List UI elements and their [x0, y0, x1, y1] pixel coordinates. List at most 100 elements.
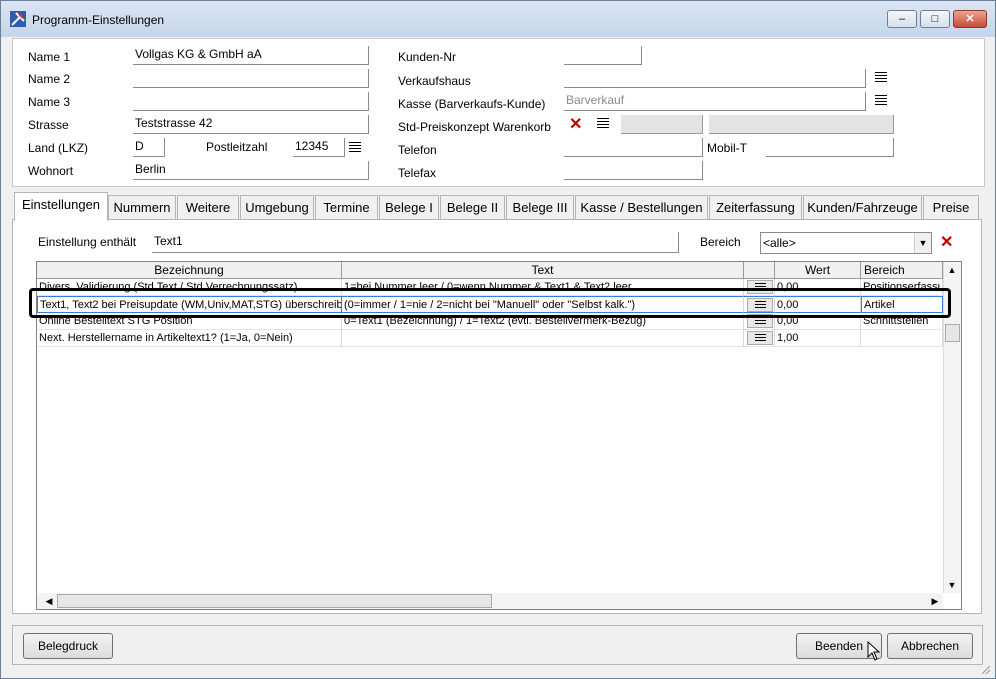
- store-field[interactable]: [564, 69, 866, 88]
- tab-kasse-bestellungen[interactable]: Kasse / Bestellungen: [575, 195, 708, 219]
- tab-belege-2[interactable]: Belege II: [440, 195, 505, 219]
- city-field[interactable]: Berlin: [133, 161, 369, 180]
- row-area-cell[interactable]: Positionserfassung: [861, 279, 943, 296]
- mobile-field[interactable]: [766, 138, 894, 157]
- cancel-button[interactable]: Abbrechen: [887, 633, 973, 659]
- area-select[interactable]: <alle> ▼: [760, 232, 932, 254]
- header-button: [744, 262, 775, 279]
- row-edit-cell: [744, 279, 775, 296]
- resize-grip-icon[interactable]: [979, 663, 991, 675]
- store-list-icon[interactable]: [875, 72, 887, 84]
- row-text-cell[interactable]: [342, 330, 744, 347]
- zip-field[interactable]: 12345: [293, 138, 345, 157]
- tab-kunden-fahrzeuge[interactable]: Kunden/Fahrzeuge: [803, 195, 922, 219]
- tab-zeiterfassung[interactable]: Zeiterfassung: [709, 195, 802, 219]
- list-icon: [755, 301, 766, 311]
- tab-weitere[interactable]: Weitere: [177, 195, 239, 219]
- row-edit-button[interactable]: [747, 331, 773, 345]
- list-icon: [755, 283, 766, 293]
- row-edit-button[interactable]: [747, 280, 773, 294]
- row-edit-button[interactable]: [747, 298, 773, 312]
- price-concept-list-icon[interactable]: [597, 118, 609, 130]
- price-concept-label: Std-Preiskonzept Warenkorb: [398, 120, 551, 134]
- name2-field[interactable]: [133, 69, 369, 88]
- row-name-cell[interactable]: Online Bestelltext STG Position: [37, 313, 342, 330]
- tab-preise[interactable]: Preise: [923, 195, 979, 219]
- row-name-cell[interactable]: Divers. Validierung (Std.Text / Std.Verr…: [37, 279, 342, 296]
- row-area-cell[interactable]: [861, 330, 943, 347]
- zip-list-icon[interactable]: [349, 142, 361, 154]
- row-name-cell[interactable]: Text1, Text2 bei Preisupdate (WM,Univ,MA…: [37, 296, 342, 313]
- fax-field[interactable]: [564, 161, 703, 180]
- header-name[interactable]: Bezeichnung: [37, 262, 342, 279]
- settings-tabs: Einstellungen Nummern Weitere Umgebung T…: [12, 192, 983, 221]
- row-value-cell[interactable]: 0,00: [775, 296, 861, 313]
- table-row[interactable]: Next. Herstellername in Artikeltext1? (1…: [37, 330, 943, 347]
- country-label: Land (LKZ): [28, 141, 89, 155]
- grid-horizontal-scrollbar[interactable]: ◀ ▶: [37, 593, 943, 609]
- row-name-cell[interactable]: Next. Herstellername in Artikeltext1? (1…: [37, 330, 342, 347]
- clear-filter-icon[interactable]: ✕: [940, 235, 953, 251]
- name1-field[interactable]: Vollgas KG & GmbH aA: [133, 46, 369, 65]
- cash-field[interactable]: Barverkauf: [564, 92, 866, 111]
- list-icon: [755, 317, 766, 327]
- cash-label: Kasse (Barverkaufs-Kunde): [398, 97, 546, 111]
- tab-nummern[interactable]: Nummern: [108, 195, 176, 219]
- row-edit-cell: [744, 296, 775, 313]
- name2-label: Name 2: [28, 72, 71, 86]
- row-value-cell[interactable]: 0,00: [775, 313, 861, 330]
- mouse-cursor-icon: [867, 641, 881, 661]
- main-window: Programm-Einstellungen – □ ✕ Name 1 Voll…: [0, 0, 996, 679]
- price-concept-code-field: [621, 115, 703, 134]
- minimize-button[interactable]: –: [887, 10, 917, 28]
- phone-label: Telefon: [398, 143, 437, 157]
- button-bar: Belegdruck Beenden Abbrechen: [12, 625, 983, 665]
- vertical-scroll-thumb[interactable]: [945, 324, 960, 342]
- header-text[interactable]: Text: [342, 262, 744, 279]
- area-label: Bereich: [700, 235, 741, 249]
- table-row[interactable]: Divers. Validierung (Std.Text / Std.Verr…: [37, 279, 943, 296]
- table-row[interactable]: Online Bestelltext STG Position 0=Text1 …: [37, 313, 943, 330]
- fax-label: Telefax: [398, 166, 437, 180]
- row-text-cell[interactable]: 1=bei Nummer leer / 0=wenn Nummer & Text…: [342, 279, 744, 296]
- header-area[interactable]: Bereich: [861, 262, 943, 279]
- tab-termine[interactable]: Termine: [315, 195, 378, 219]
- close-button[interactable]: ✕: [953, 10, 987, 28]
- row-area-cell[interactable]: Artikel: [861, 296, 943, 313]
- tab-belege-1[interactable]: Belege I: [379, 195, 439, 219]
- tools-app-icon: [10, 11, 26, 27]
- tab-einstellungen[interactable]: Einstellungen: [14, 192, 108, 221]
- tab-umgebung[interactable]: Umgebung: [240, 195, 314, 219]
- scroll-up-icon[interactable]: ▲: [944, 262, 960, 278]
- scroll-down-icon[interactable]: ▼: [944, 577, 960, 593]
- street-field[interactable]: Teststrasse 42: [133, 115, 369, 134]
- chevron-down-icon[interactable]: ▼: [914, 233, 931, 253]
- name3-field[interactable]: [133, 92, 369, 111]
- area-select-value: <alle>: [763, 236, 796, 250]
- row-edit-button[interactable]: [747, 314, 773, 328]
- row-value-cell[interactable]: 1,00: [775, 330, 861, 347]
- title-bar: Programm-Einstellungen – □ ✕: [1, 1, 995, 37]
- row-value-cell[interactable]: 0,00: [775, 279, 861, 296]
- tab-belege-3[interactable]: Belege III: [506, 195, 574, 219]
- phone-field[interactable]: [564, 138, 703, 157]
- table-row-selected[interactable]: Text1, Text2 bei Preisupdate (WM,Univ,MA…: [37, 296, 943, 313]
- clear-price-concept-icon[interactable]: ✕: [569, 117, 582, 133]
- row-area-cell[interactable]: Schnittstellen: [861, 313, 943, 330]
- scroll-right-icon[interactable]: ▶: [927, 593, 943, 609]
- country-field[interactable]: D: [133, 138, 165, 157]
- cash-list-icon[interactable]: [875, 95, 887, 107]
- row-text-cell[interactable]: (0=immer / 1=nie / 2=nicht bei "Manuell"…: [342, 296, 744, 313]
- filter-input[interactable]: Text1: [152, 232, 679, 253]
- maximize-button[interactable]: □: [920, 10, 950, 28]
- customer-no-field[interactable]: [564, 46, 642, 65]
- row-edit-cell: [744, 330, 775, 347]
- horizontal-scroll-thumb[interactable]: [57, 594, 492, 608]
- print-button[interactable]: Belegdruck: [23, 633, 113, 659]
- row-text-cell[interactable]: 0=Text1 (Bezeichnung) / 1=Text2 (evtl. B…: [342, 313, 744, 330]
- header-value[interactable]: Wert: [775, 262, 861, 279]
- scroll-left-icon[interactable]: ◀: [41, 593, 57, 609]
- price-concept-name-field: [709, 115, 894, 134]
- grid-vertical-scrollbar[interactable]: ▲ ▼: [943, 262, 961, 593]
- street-label: Strasse: [28, 118, 69, 132]
